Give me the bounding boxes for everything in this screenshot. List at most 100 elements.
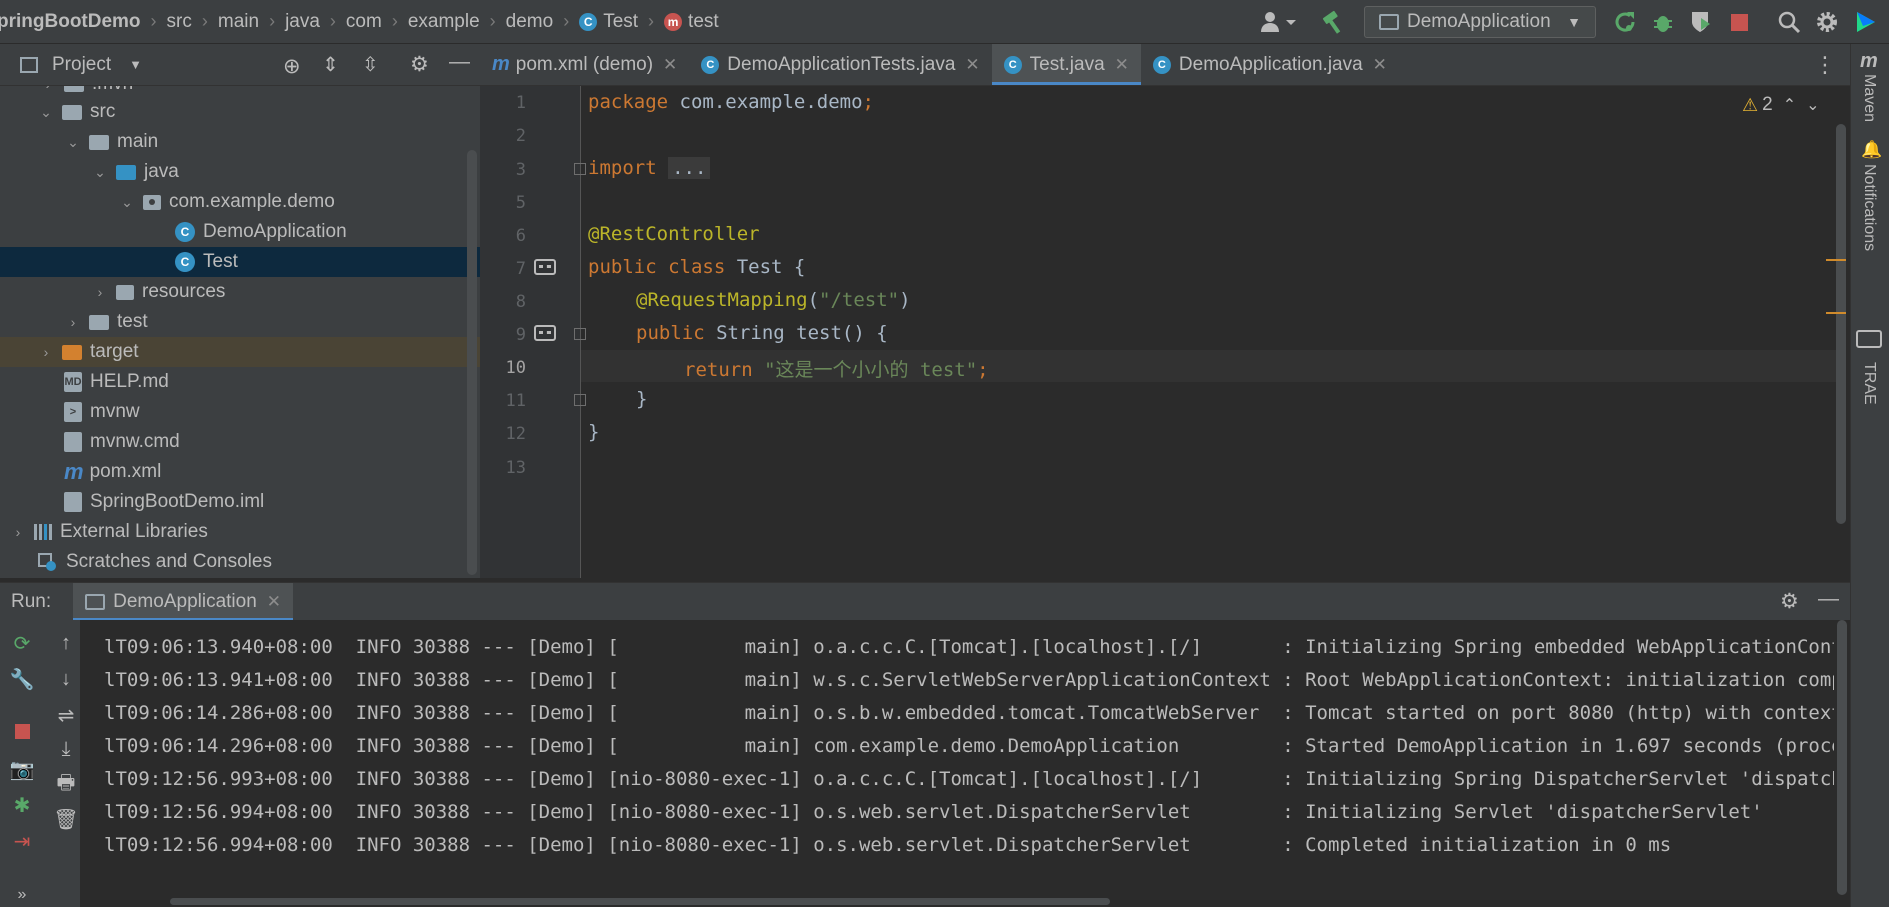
close-icon[interactable]: ✕ <box>1115 55 1129 75</box>
settings-gear-icon[interactable]: ⚙ <box>1780 589 1799 614</box>
tree-item-java[interactable]: ⌄ java <box>0 157 480 187</box>
print-icon[interactable]: 🖶 <box>53 772 79 798</box>
console-vertical-scrollbar[interactable] <box>1837 620 1847 895</box>
trash-icon[interactable]: 🗑 <box>53 806 79 832</box>
warning-stripe-mark[interactable] <box>1826 312 1846 314</box>
chevron-down-icon[interactable]: ⌄ <box>1806 95 1819 115</box>
folder-icon <box>64 86 84 92</box>
tab-test-java[interactable]: C Test.java ✕ <box>991 44 1142 85</box>
maven-icon: m <box>1860 50 1878 72</box>
more-actions-icon[interactable]: » <box>9 882 35 907</box>
console-horizontal-scrollbar[interactable] <box>170 898 1110 905</box>
project-scrollbar[interactable] <box>467 150 477 575</box>
trae-tool-window[interactable]: TRAE <box>1860 362 1878 405</box>
breadcrumb-method[interactable]: m test <box>664 11 719 33</box>
folded-imports[interactable]: ... <box>668 157 711 179</box>
breadcrumb-project[interactable]: pringBootDemo <box>0 11 141 33</box>
debug-bug-icon[interactable] <box>1650 9 1676 35</box>
locate-file-icon[interactable]: ⊕ <box>283 54 301 79</box>
collapse-all-icon[interactable]: ⇳ <box>362 52 379 77</box>
close-icon[interactable]: ✕ <box>965 55 979 75</box>
editor-scrollbar[interactable] <box>1836 124 1846 524</box>
breadcrumb-example[interactable]: example <box>408 11 480 33</box>
notifications-tool-window[interactable]: Notifications <box>1860 164 1878 251</box>
expand-all-icon[interactable]: ⇕ <box>322 52 339 77</box>
arrow-up-icon[interactable]: ↑ <box>53 630 79 656</box>
project-panel-title[interactable]: Project <box>52 54 111 76</box>
scroll-to-end-icon[interactable]: ⤓ <box>53 736 79 762</box>
web-endpoint-gutter-icon[interactable] <box>534 325 556 341</box>
tree-item-test-selected[interactable]: C Test <box>0 247 480 277</box>
rerun-icon[interactable]: ⟳ <box>9 630 35 656</box>
tree-item-help-md[interactable]: MD HELP.md <box>0 367 480 397</box>
inspection-widget[interactable]: ⚠ 2 ⌃ ⌄ <box>1742 94 1820 116</box>
chevron-right-icon: › <box>70 314 76 330</box>
close-icon[interactable]: ✕ <box>267 592 281 612</box>
tree-item-mvnw-cmd[interactable]: mvnw.cmd <box>0 427 480 457</box>
wrench-icon[interactable]: 🔧 <box>9 666 35 692</box>
run-with-coverage-icon[interactable] <box>1688 9 1714 35</box>
chevron-right-icon: › <box>563 11 570 31</box>
breadcrumb-demo[interactable]: demo <box>506 11 554 33</box>
stop-icon[interactable] <box>9 718 35 744</box>
tree-item-package[interactable]: ⌄ com.example.demo <box>0 187 480 217</box>
tree-item-iml[interactable]: SpringBootDemo.iml <box>0 487 480 517</box>
chevron-right-icon: › <box>269 11 276 31</box>
chevron-down-icon[interactable]: ▼ <box>129 57 142 72</box>
tree-item-target[interactable]: › target <box>0 337 480 367</box>
user-account-icon[interactable] <box>1258 9 1298 35</box>
settings-gear-icon[interactable] <box>1814 9 1840 35</box>
arrow-down-icon[interactable]: ↓ <box>53 666 79 692</box>
project-panel-header: Project ▼ ⊕ ⇕ ⇳ ⚙ — <box>0 44 480 86</box>
rerun-icon[interactable] <box>1612 9 1638 35</box>
breadcrumb-java[interactable]: java <box>285 11 320 33</box>
tree-item-mvnw[interactable]: > mvnw <box>0 397 480 427</box>
build-hammer-icon[interactable] <box>1320 9 1346 35</box>
maven-tool-window[interactable]: Maven <box>1860 74 1878 122</box>
fold-collapse-icon[interactable] <box>574 394 586 406</box>
chevron-up-icon[interactable]: ⌃ <box>1783 95 1796 115</box>
tree-item-pom-xml[interactable]: m pom.xml <box>0 457 480 487</box>
breadcrumb-class[interactable]: C Test <box>579 11 638 33</box>
run-tab-demo-application[interactable]: DemoApplication ✕ <box>73 582 294 621</box>
breadcrumb: pringBootDemo › src › main › java › com … <box>0 0 719 44</box>
warning-stripe-mark[interactable] <box>1826 259 1846 261</box>
console-output[interactable] <box>80 620 1850 907</box>
camera-icon[interactable]: 📷 <box>9 756 35 782</box>
class-icon: C <box>579 12 598 31</box>
tree-item-label: .mvn <box>92 86 133 95</box>
close-icon[interactable]: ✕ <box>663 55 677 75</box>
tree-item-src[interactable]: ⌄ src <box>0 97 480 127</box>
breadcrumb-com[interactable]: com <box>346 11 382 33</box>
soft-wrap-icon[interactable]: ⇌ <box>53 702 79 728</box>
run-configuration-select[interactable]: DemoApplication ▼ <box>1364 6 1596 38</box>
tree-item-main[interactable]: ⌄ main <box>0 127 480 157</box>
exit-icon[interactable]: ⇥ <box>9 828 35 854</box>
tab-pom-xml[interactable]: m pom.xml (demo) ✕ <box>480 44 689 85</box>
breadcrumb-src[interactable]: src <box>167 11 192 33</box>
tab-label: DemoApplicationTests.java <box>727 53 956 75</box>
tab-demo-application[interactable]: C DemoApplication.java ✕ <box>1141 44 1399 85</box>
jetbrains-ai-icon[interactable] <box>1852 9 1878 35</box>
more-tabs-icon[interactable]: ⋮ <box>1814 52 1836 78</box>
tab-demo-application-tests[interactable]: C DemoApplicationTests.java ✕ <box>689 44 991 85</box>
settings-gear-icon[interactable]: ⚙ <box>410 52 429 77</box>
tree-item-label: External Libraries <box>60 521 208 542</box>
chevron-down-icon: ⌄ <box>67 133 79 150</box>
tree-item-scratches[interactable]: Scratches and Consoles <box>0 547 480 577</box>
tree-item-resources[interactable]: › resources <box>0 277 480 307</box>
web-endpoint-gutter-icon[interactable] <box>534 259 556 275</box>
tree-item-external-libraries[interactable]: › External Libraries <box>0 517 480 547</box>
breadcrumb-main[interactable]: main <box>218 11 259 33</box>
tree-item-demo-application[interactable]: C DemoApplication <box>0 217 480 247</box>
excluded-folder-icon <box>62 344 82 360</box>
close-icon[interactable]: ✕ <box>1373 55 1387 75</box>
debug-bug-icon[interactable]: ✱ <box>9 792 35 818</box>
hide-panel-icon[interactable]: — <box>449 50 470 74</box>
fold-expand-icon[interactable] <box>574 163 586 175</box>
fold-collapse-icon[interactable] <box>574 328 586 340</box>
search-icon[interactable] <box>1776 9 1802 35</box>
hide-panel-icon[interactable]: — <box>1818 587 1839 611</box>
stop-icon[interactable] <box>1726 9 1752 35</box>
tree-item-test-folder[interactable]: › test <box>0 307 480 337</box>
